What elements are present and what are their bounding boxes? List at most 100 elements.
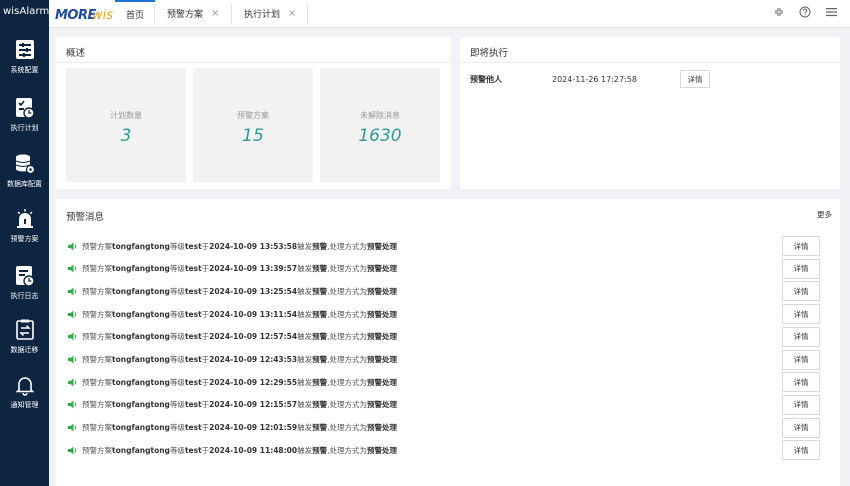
alert-message: 预警方案tongfangtong等级test于2024-10-09 12:29:… xyxy=(82,377,397,387)
stat-label: 预警方案 xyxy=(237,111,269,120)
upcoming-name: 预警他人 xyxy=(470,74,502,84)
tab-label: 执行计划 xyxy=(244,10,281,20)
tab-divider xyxy=(231,4,232,24)
speaker-icon xyxy=(68,309,78,319)
tab-alarm-scheme[interactable]: 预警方案 × xyxy=(167,0,219,27)
alert-row: 预警方案tongfangtong等级test于2024-10-09 12:57:… xyxy=(68,326,828,347)
fullscreen-icon[interactable] xyxy=(772,5,786,19)
upcoming-item: 预警他人 2024-11-26 17:27:58 详情 xyxy=(470,70,840,88)
sidebar-item-alarm-scheme[interactable]: 预警方案 xyxy=(0,205,49,259)
divider xyxy=(460,62,840,63)
morewis-logo: MORE wis xyxy=(55,4,113,24)
sidebar-item-label: 系统配置 xyxy=(10,66,39,74)
alert-detail-button[interactable]: 详情 xyxy=(782,394,820,415)
speaker-icon xyxy=(68,423,78,433)
alert-message: 预警方案tongfangtong等级test于2024-10-09 12:15:… xyxy=(82,400,397,410)
stat-unresolved-messages: 未解除消息 1630 xyxy=(320,68,440,182)
alert-detail-button[interactable]: 详情 xyxy=(782,258,820,279)
divider xyxy=(56,62,451,63)
alert-message: 预警方案tongfangtong等级test于2024-10-09 13:39:… xyxy=(82,264,397,274)
stat-alarm-scheme: 预警方案 15 xyxy=(193,68,313,182)
sidebar-item-system-config[interactable]: 系统配置 xyxy=(0,36,49,90)
tab-divider xyxy=(154,4,155,24)
alert-message: 预警方案tongfangtong等级test于2024-10-09 13:25:… xyxy=(82,286,397,296)
alert-row: 预警方案tongfangtong等级test于2024-10-09 12:29:… xyxy=(68,372,828,393)
alerts-title: 预警消息 xyxy=(66,212,105,223)
alerts-card: 预警消息 更多 预警方案tongfangtong等级test于2024-10-0… xyxy=(56,199,840,486)
alert-row: 预警方案tongfangtong等级test于2024-10-09 13:53:… xyxy=(68,236,828,256)
alert-row: 预警方案tongfangtong等级test于2024-10-09 11:48:… xyxy=(68,440,828,461)
alert-detail-button[interactable]: 详情 xyxy=(782,372,820,393)
upcoming-card: 即将执行 xyxy=(460,37,840,189)
tab-label: 首页 xyxy=(126,11,145,21)
alert-detail-button[interactable]: 详情 xyxy=(782,349,820,370)
sidebar-item-execution-plan[interactable]: 执行计划 xyxy=(0,94,49,148)
alert-message: 预警方案tongfangtong等级test于2024-10-09 12:57:… xyxy=(82,332,397,342)
alert-detail-button[interactable]: 详情 xyxy=(782,417,820,438)
stat-plan-count: 计划数量 3 xyxy=(66,68,186,182)
execution-plan-icon xyxy=(14,96,36,120)
speaker-icon xyxy=(68,286,78,296)
data-migration-icon xyxy=(14,318,36,342)
alert-row: 预警方案tongfangtong等级test于2024-10-09 13:25:… xyxy=(68,281,828,302)
alert-row: 预警方案tongfangtong等级test于2024-10-09 12:15:… xyxy=(68,394,828,415)
alert-message: 预警方案tongfangtong等级test于2024-10-09 13:53:… xyxy=(82,241,397,251)
sidebar: wisAlarm 系统配置 执行计划 数据库配置 预警方案 执行日志 数据迁移 … xyxy=(0,0,49,486)
sidebar-item-label: 数据迁移 xyxy=(10,346,39,354)
close-icon[interactable]: × xyxy=(211,8,219,19)
sidebar-item-label: 执行日志 xyxy=(10,292,39,300)
top-actions xyxy=(772,5,838,19)
stat-value: 15 xyxy=(242,126,264,146)
system-config-icon xyxy=(14,38,36,62)
notification-bell-icon xyxy=(14,373,36,397)
more-link[interactable]: 更多 xyxy=(817,209,832,220)
speaker-icon xyxy=(68,241,78,251)
speaker-icon xyxy=(68,377,78,387)
close-icon[interactable]: × xyxy=(288,8,296,19)
upcoming-detail-button[interactable]: 详情 xyxy=(680,70,710,88)
speaker-icon xyxy=(68,400,78,410)
tab-home[interactable]: 首页 xyxy=(115,0,156,27)
sidebar-item-label: 预警方案 xyxy=(10,235,39,243)
alert-row: 预警方案tongfangtong等级test于2024-10-09 12:01:… xyxy=(68,417,828,438)
brand-name: wisAlarm xyxy=(3,6,50,17)
overview-title: 概述 xyxy=(66,48,86,59)
top-bar: MORE wis 首页 预警方案 × 执行计划 × xyxy=(49,0,850,28)
stat-value: 3 xyxy=(120,126,132,146)
alert-detail-button[interactable]: 详情 xyxy=(782,236,820,256)
sidebar-item-data-migration[interactable]: 数据迁移 xyxy=(0,316,49,370)
stat-label: 未解除消息 xyxy=(360,111,400,120)
stat-value: 1630 xyxy=(358,126,402,146)
speaker-icon xyxy=(68,332,78,342)
tab-label: 预警方案 xyxy=(167,10,204,20)
alert-message: 预警方案tongfangtong等级test于2024-10-09 13:11:… xyxy=(82,309,397,319)
execution-log-icon xyxy=(14,264,36,288)
alarm-scheme-icon xyxy=(14,207,36,231)
tab-execution-plan[interactable]: 执行计划 × xyxy=(244,0,296,27)
alert-message: 预警方案tongfangtong等级test于2024-10-09 12:43:… xyxy=(82,355,397,364)
upcoming-time: 2024-11-26 17:27:58 xyxy=(552,74,637,84)
sidebar-item-database-config[interactable]: 数据库配置 xyxy=(0,150,49,204)
svg-text:MORE: MORE xyxy=(55,8,96,23)
alert-detail-button[interactable]: 详情 xyxy=(782,304,820,325)
alert-detail-button[interactable]: 详情 xyxy=(782,281,820,302)
speaker-icon xyxy=(68,264,78,274)
svg-text:wis: wis xyxy=(92,8,113,23)
sidebar-item-label: 执行计划 xyxy=(10,124,39,132)
stat-label: 计划数量 xyxy=(110,111,142,120)
tab-divider xyxy=(307,4,308,24)
database-config-icon xyxy=(14,152,36,176)
alert-detail-button[interactable]: 详情 xyxy=(782,326,820,347)
help-icon[interactable] xyxy=(798,5,812,19)
menu-icon[interactable] xyxy=(824,5,838,19)
upcoming-title: 即将执行 xyxy=(470,48,509,59)
alert-row: 预警方案tongfangtong等级test于2024-10-09 13:11:… xyxy=(68,304,828,325)
sidebar-item-notification[interactable]: 通知管理 xyxy=(0,371,49,425)
alert-message: 预警方案tongfangtong等级test于2024-10-09 12:01:… xyxy=(82,423,397,433)
alert-detail-button[interactable]: 详情 xyxy=(782,440,820,461)
speaker-icon xyxy=(68,355,78,365)
sidebar-item-label: 通知管理 xyxy=(10,401,39,409)
sidebar-item-execution-log[interactable]: 执行日志 xyxy=(0,262,49,316)
alert-row: 预警方案tongfangtong等级test于2024-10-09 12:43:… xyxy=(68,349,828,370)
alert-message: 预警方案tongfangtong等级test于2024-10-09 11:48:… xyxy=(82,445,397,455)
